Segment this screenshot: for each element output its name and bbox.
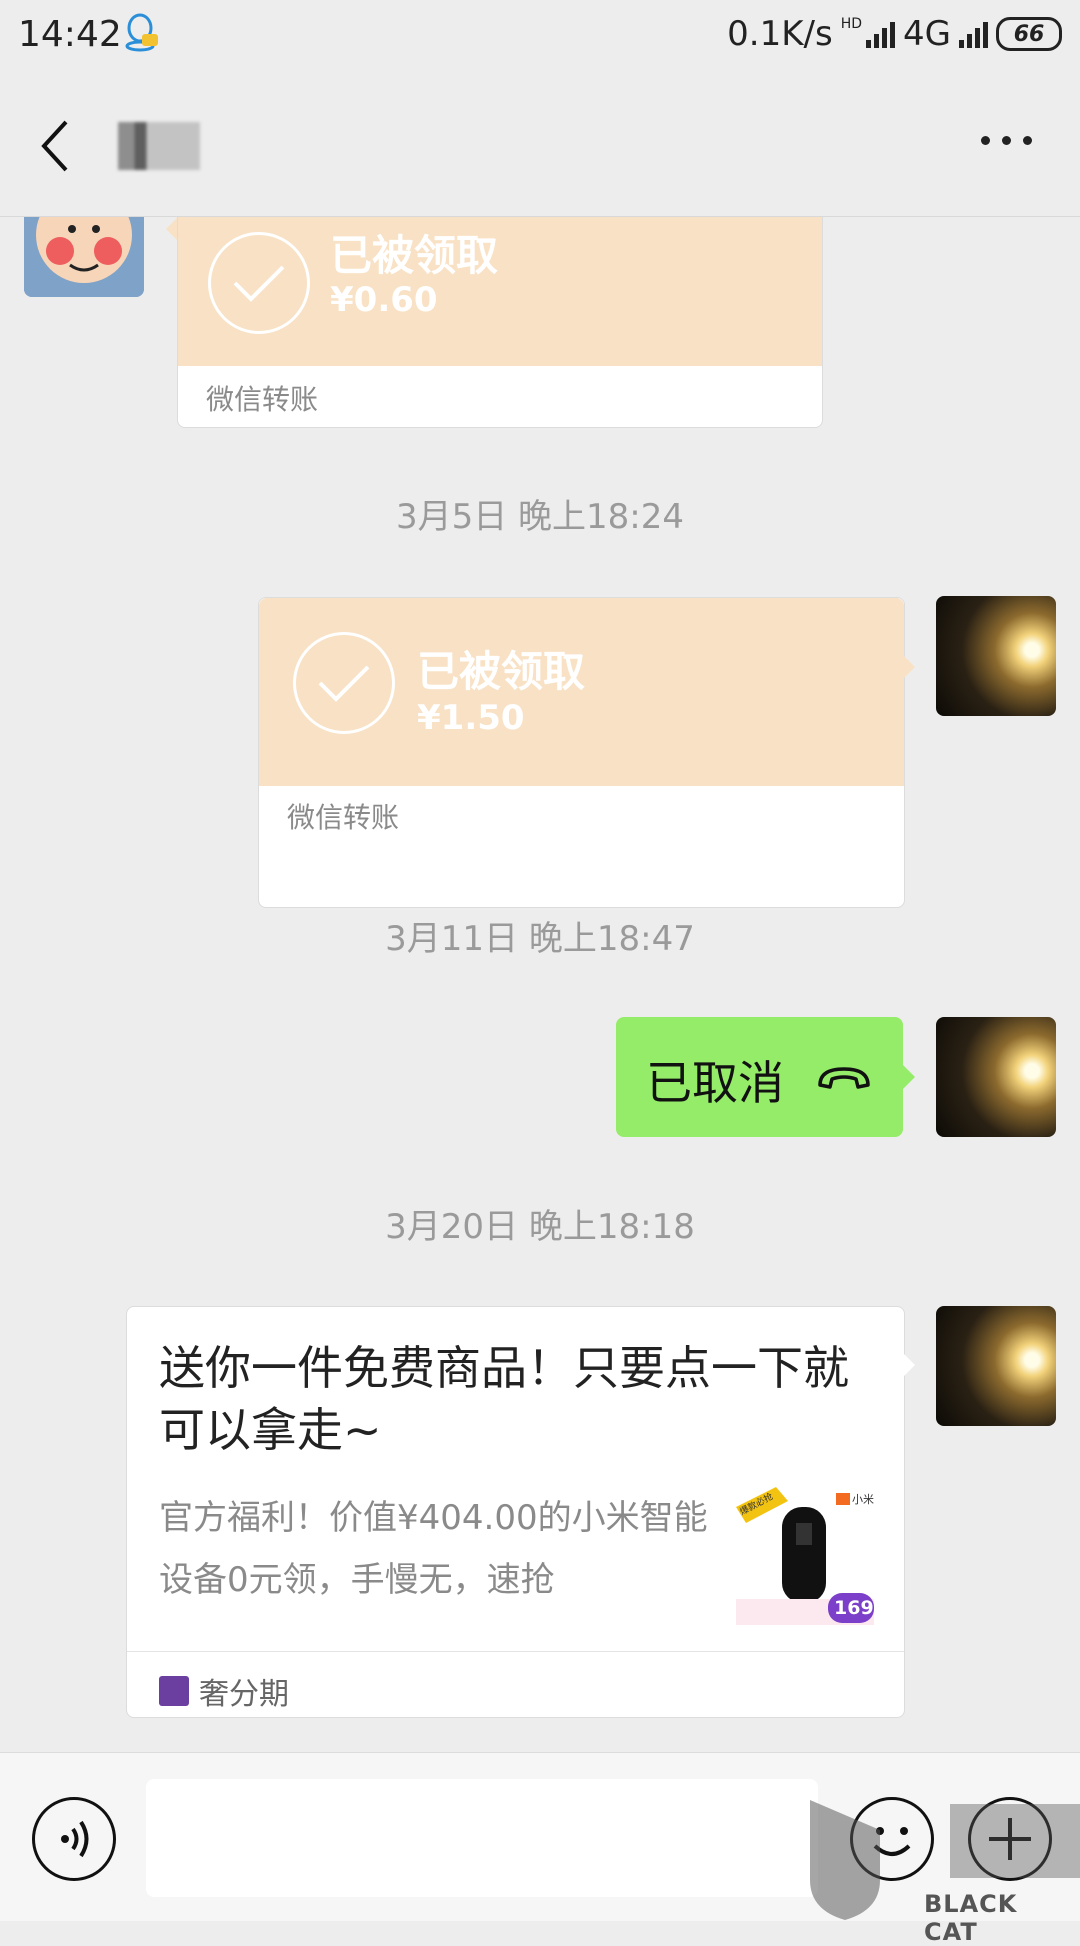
card-title: 送你一件免费商品！只要点一下就可以拿走~ — [159, 1341, 849, 1457]
contact-name-blurred[interactable] — [118, 122, 200, 170]
transfer-amount: ¥1.50 — [417, 698, 525, 738]
transfer-amount: ¥0.60 — [330, 280, 438, 320]
more-dots-icon — [981, 136, 990, 145]
transfer-status: 已被领取 — [330, 231, 499, 280]
transfer-footer: 微信转账 — [206, 383, 319, 416]
voice-button[interactable] — [32, 1797, 116, 1881]
status-time: 14:42 — [18, 14, 122, 55]
transfer-card[interactable]: 已被领取 ¥0.60 微信转账 — [177, 217, 823, 428]
signal-icon — [866, 20, 896, 48]
timestamp: 3月11日 晚上18:47 — [385, 919, 695, 959]
status-bar: 14:42 0.1K/s HD 4G 66 — [0, 0, 1080, 76]
more-button[interactable] — [981, 136, 1032, 145]
timestamp: 3月20日 晚上18:18 — [385, 1207, 695, 1247]
app-logo-icon — [159, 1676, 189, 1706]
call-status: 已取消 — [646, 1056, 784, 1110]
my-avatar[interactable] — [936, 596, 1056, 716]
check-circle-icon — [293, 632, 395, 734]
my-avatar[interactable] — [936, 1017, 1056, 1137]
transfer-status: 已被领取 — [417, 647, 586, 696]
hd-label: HD — [840, 16, 863, 32]
contact-avatar[interactable] — [24, 217, 144, 297]
check-circle-icon — [208, 232, 310, 334]
voice-icon — [61, 1820, 89, 1858]
my-avatar[interactable] — [936, 1306, 1056, 1426]
nav-bar — [0, 76, 1080, 217]
hangup-phone-icon — [818, 1067, 870, 1089]
back-button[interactable] — [36, 116, 76, 176]
message-input[interactable] — [146, 1779, 818, 1897]
signal-icon-2 — [959, 20, 988, 48]
card-source: 奢分期 — [159, 1669, 289, 1713]
transfer-footer: 微信转账 — [287, 801, 400, 834]
bubble-tail — [903, 1353, 915, 1377]
chevron-left-icon — [41, 120, 68, 172]
cartoon-avatar-icon — [24, 217, 144, 297]
call-bubble[interactable]: 已取消 — [616, 1017, 903, 1137]
bubble-tail — [903, 1065, 915, 1089]
product-thumbnail: 爆款必抢 小米 169 — [736, 1487, 874, 1625]
timestamp: 3月5日 晚上18:24 — [395, 497, 685, 537]
thumb-price: 169 — [834, 1597, 874, 1619]
card-description: 官方福利！价值¥404.00的小米智能设备0元领，手慢无，速抢 — [159, 1498, 708, 1600]
chat-area[interactable]: 已被领取 ¥0.60 微信转账 3月5日 晚上18:24 已被领取 ¥1.50 … — [0, 217, 1080, 1751]
bubble-tail — [903, 655, 915, 679]
watermark-text: BLACK CAT — [924, 1890, 1018, 1946]
battery-icon: 66 — [996, 17, 1062, 51]
qq-icon — [124, 12, 160, 56]
transfer-card[interactable]: 已被领取 ¥1.50 微信转账 — [258, 597, 905, 908]
network-speed: 0.1K/s — [727, 14, 833, 54]
network-type: 4G — [903, 14, 951, 54]
thumb-brand: 小米 — [852, 1493, 874, 1506]
source-name: 奢分期 — [199, 1677, 289, 1712]
link-card[interactable]: 送你一件免费商品！只要点一下就可以拿走~ 官方福利！价值¥404.00的小米智能… — [126, 1306, 905, 1718]
